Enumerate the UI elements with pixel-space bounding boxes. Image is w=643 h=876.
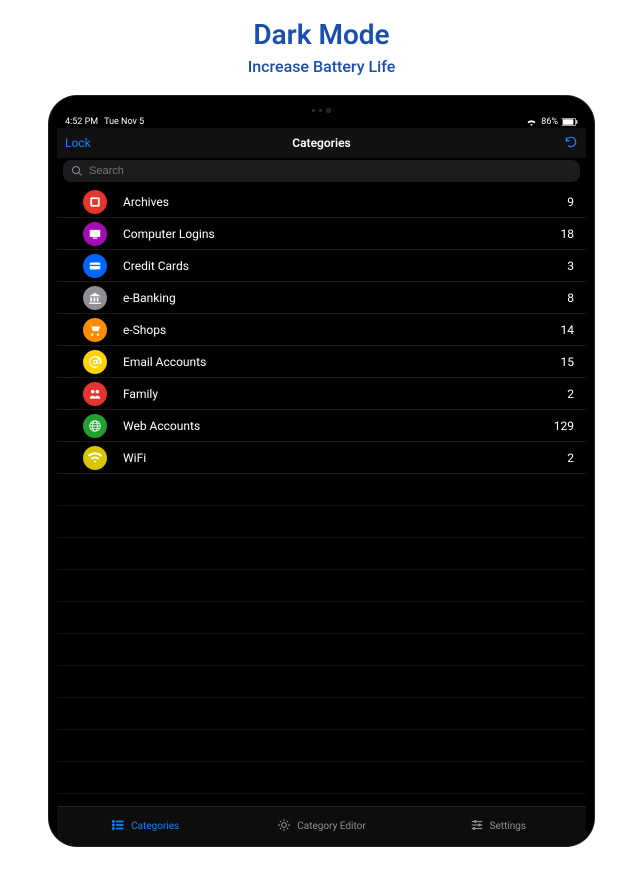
wifi-icon [526,118,537,126]
category-row-archive[interactable]: Archives9 [57,186,586,218]
empty-row [57,602,586,634]
category-count: 14 [561,323,575,337]
category-count: 15 [561,355,575,369]
family-icon [83,382,107,406]
category-count: 8 [567,291,574,305]
bank-icon [83,286,107,310]
category-count: 18 [561,227,575,241]
category-label: Computer Logins [123,227,561,241]
at-icon [83,350,107,374]
nav-bar: Lock Categories [57,128,586,158]
search-input[interactable] [89,165,572,177]
gear-icon [277,818,291,835]
status-bar: 4:52 PM Tue Nov 5 86% [57,114,586,128]
empty-row [57,506,586,538]
status-time: 4:52 PM [65,117,98,127]
card-icon [83,254,107,278]
computer-icon [83,222,107,246]
archive-icon [83,190,107,214]
empty-row [57,634,586,666]
empty-row [57,730,586,762]
empty-row [57,538,586,570]
tab-categories[interactable]: Categories [57,807,233,846]
category-row-computer[interactable]: Computer Logins18 [57,218,586,250]
category-label: Archives [123,195,567,209]
tab-categories-label: Categories [131,821,179,832]
category-count: 2 [567,387,574,401]
category-row-wifi[interactable]: WiFi2 [57,442,586,474]
category-row-cart[interactable]: e-Shops14 [57,314,586,346]
category-label: Credit Cards [123,259,567,273]
search-icon [71,162,83,181]
empty-row [57,698,586,730]
globe-icon [83,414,107,438]
category-row-globe[interactable]: Web Accounts129 [57,410,586,442]
category-row-card[interactable]: Credit Cards3 [57,250,586,282]
search-bar[interactable] [63,160,580,182]
screen: 4:52 PM Tue Nov 5 86% Lock Categories [57,114,586,846]
status-date: Tue Nov 5 [104,117,144,127]
tab-settings-label: Settings [490,821,527,832]
lock-button[interactable]: Lock [65,136,115,150]
empty-row [57,666,586,698]
tab-editor-label: Category Editor [297,821,365,832]
promo-subtitle: Increase Battery Life [0,57,643,76]
empty-row [57,794,586,806]
list-icon [111,818,125,835]
empty-row [57,474,586,506]
category-label: Email Accounts [123,355,561,369]
sliders-icon [470,818,484,835]
tab-bar: Categories Category Editor Settings [57,806,586,846]
category-count: 3 [567,259,574,273]
status-battery-percent: 86% [541,117,558,127]
wifi-icon [83,446,107,470]
category-row-at[interactable]: Email Accounts15 [57,346,586,378]
empty-row [57,570,586,602]
category-count: 129 [554,419,574,433]
sensor-bar [57,106,586,114]
empty-row [57,762,586,794]
category-count: 9 [567,195,574,209]
category-label: e-Shops [123,323,561,337]
tab-settings[interactable]: Settings [410,807,586,846]
tab-category-editor[interactable]: Category Editor [233,807,409,846]
refresh-button[interactable] [528,134,578,153]
category-label: Family [123,387,567,401]
category-list: Archives9Computer Logins18Credit Cards3e… [57,186,586,806]
category-row-family[interactable]: Family2 [57,378,586,410]
category-label: Web Accounts [123,419,554,433]
cart-icon [83,318,107,342]
page-title: Categories [115,136,528,150]
battery-icon [562,118,578,126]
device-frame: 4:52 PM Tue Nov 5 86% Lock Categories [49,96,594,846]
category-row-bank[interactable]: e-Banking8 [57,282,586,314]
camera-icon [326,108,331,113]
category-label: WiFi [123,451,567,465]
promo-title: Dark Mode [0,18,643,51]
category-label: e-Banking [123,291,567,305]
category-count: 2 [567,451,574,465]
